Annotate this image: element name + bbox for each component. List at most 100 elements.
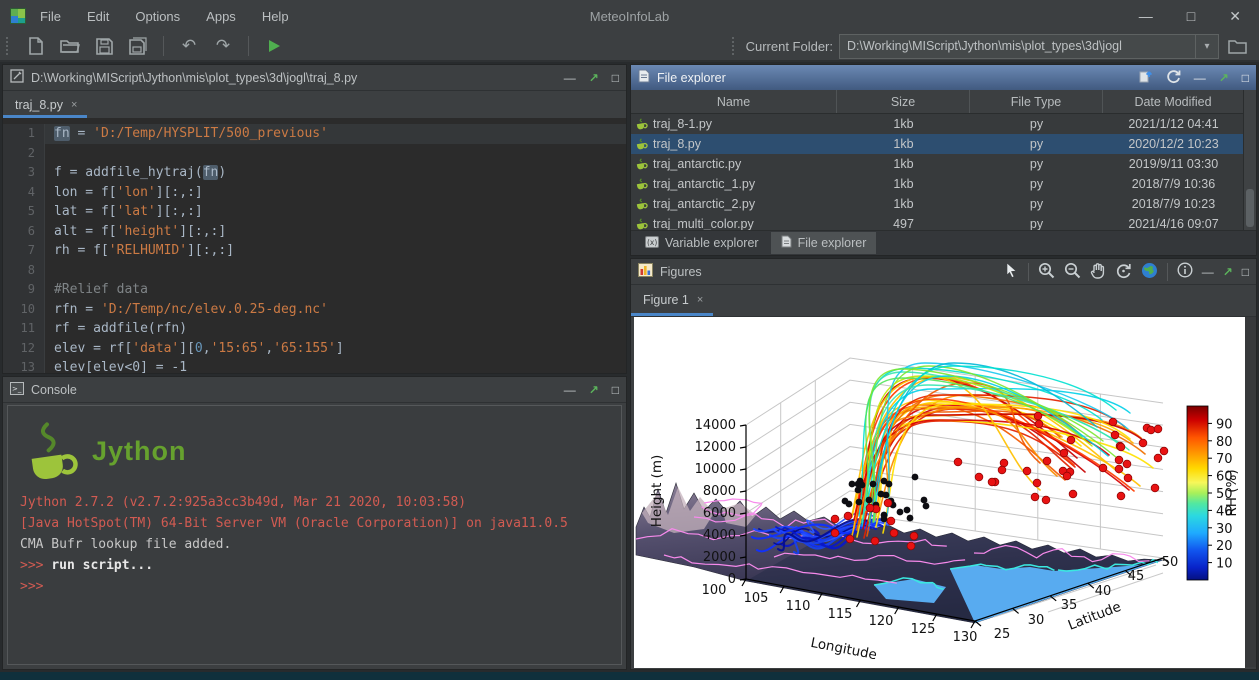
info-icon[interactable] [1177,262,1193,281]
svg-text:130: 130 [953,630,978,645]
code-line-10[interactable]: 10rfn = 'D:/Temp/nc/elev.0.25-deg.nc' [3,300,626,320]
svg-text:2000: 2000 [703,550,736,565]
file-row-traj_antarctic_1.py[interactable]: traj_antarctic_1.py1kbpy2018/7/9 10:36 [631,174,1244,194]
svg-text:35: 35 [1061,598,1078,613]
window-minimize-button[interactable]: — [1139,8,1153,25]
panel-restore-icon[interactable]: ↗ [1223,265,1233,279]
svg-text:(x): (x) [647,238,657,247]
browse-folder-button[interactable] [1225,34,1249,58]
column-header-size[interactable]: Size [837,90,970,113]
code-line-7[interactable]: 7rh = f['RELHUMID'][:,:] [3,241,626,261]
code-line-5[interactable]: 5lat = f['lat'][:,:] [3,202,626,222]
column-header-file-type[interactable]: File Type [970,90,1103,113]
jython-file-icon [635,118,648,131]
menu-help[interactable]: Help [262,9,289,24]
code-editor[interactable]: 1fn = 'D:/Temp/HYSPLIT/500_previous'23f … [3,118,626,373]
cursor-tool-icon[interactable] [1004,262,1019,281]
file-explorer-titlebar[interactable]: File explorer — ↗ □ [631,65,1256,91]
new-file-button[interactable] [24,34,48,58]
redo-button[interactable]: ↷ [211,34,235,58]
file-table-scrollbar[interactable] [1243,90,1256,231]
code-line-13[interactable]: 13elev[elev<0] = -1 [3,358,626,373]
panel-maximize-icon[interactable]: □ [1242,71,1249,85]
tab-close-icon[interactable]: × [697,294,703,306]
window-close-button[interactable]: ✕ [1229,8,1241,25]
figure-3d-plot[interactable]: 0200040006000800010000120001400010010511… [634,317,1245,668]
code-line-3[interactable]: 3f = addfile_hytraj(fn) [3,163,626,183]
file-icon [638,69,650,86]
zoom-out-icon[interactable] [1064,262,1081,282]
pan-hand-icon[interactable] [1090,262,1106,282]
zoom-in-icon[interactable] [1038,262,1055,282]
folder-toolbar-drag-handle[interactable] [732,37,738,55]
tab-figure-1[interactable]: Figure 1 × [631,293,713,316]
svg-text:10000: 10000 [695,462,736,477]
menu-bar: File Edit Options Apps Help [40,9,289,24]
code-line-6[interactable]: 6alt = f['height'][:,:] [3,222,626,242]
current-folder-combobox[interactable]: D:\Working\MIScript\Jython\mis\plot_type… [839,34,1219,59]
column-header-date-modified[interactable]: Date Modified [1103,90,1244,113]
variable-explorer-icon: (x) [645,236,659,251]
rotate-icon[interactable] [1115,262,1132,282]
svg-text:12000: 12000 [695,440,736,455]
toolbar-drag-handle[interactable] [6,37,12,55]
tab-close-icon[interactable]: × [71,99,77,111]
parent-folder-icon[interactable] [1138,69,1153,87]
open-folder-button[interactable] [58,34,82,58]
code-line-1[interactable]: 1fn = 'D:/Temp/HYSPLIT/500_previous' [3,124,626,144]
globe-icon[interactable] [1141,262,1158,282]
window-bottom-edge [0,672,1259,680]
code-line-4[interactable]: 4lon = f['lon'][:,:] [3,183,626,203]
tab-file-explorer[interactable]: File explorer [771,232,877,254]
svg-text:40: 40 [1095,584,1112,599]
console-panel-titlebar[interactable]: >_ Console — ↗ □ [3,377,626,403]
panel-minimize-icon[interactable]: — [564,383,576,397]
undo-button[interactable]: ↶ [177,34,201,58]
editor-panel-titlebar[interactable]: D:\Working\MIScript\Jython\mis\plot_type… [3,65,626,91]
svg-text:90: 90 [1216,417,1233,432]
current-folder-value[interactable]: D:\Working\MIScript\Jython\mis\plot_type… [840,39,1195,53]
panel-restore-icon[interactable]: ↗ [589,71,599,85]
menu-options[interactable]: Options [135,9,180,24]
panel-restore-icon[interactable]: ↗ [1219,71,1229,85]
refresh-icon[interactable] [1166,69,1181,87]
editor-tab-bar: traj_8.py × [3,91,626,119]
tab-variable-explorer[interactable]: (x)Variable explorer [635,232,769,254]
menu-apps[interactable]: Apps [206,9,236,24]
window-maximize-button[interactable]: □ [1187,8,1195,25]
tab-traj-8-py[interactable]: traj_8.py × [3,98,87,118]
panel-minimize-icon[interactable]: — [564,71,576,85]
panel-maximize-icon[interactable]: □ [1242,265,1249,279]
save-all-button[interactable] [126,34,150,58]
file-row-traj_antarctic.py[interactable]: traj_antarctic.py1kbpy2019/9/11 03:30 [631,154,1244,174]
console-line: >>> [20,576,621,597]
file-row-traj_8.py[interactable]: traj_8.py1kbpy2020/12/2 10:23 [631,134,1244,154]
file-explorer-icon [781,235,792,251]
code-line-2[interactable]: 2 [3,144,626,164]
column-header-name[interactable]: Name [631,90,837,113]
panel-minimize-icon[interactable]: — [1194,71,1206,85]
editor-panel: D:\Working\MIScript\Jython\mis\plot_type… [2,64,627,374]
figures-panel-titlebar[interactable]: Figures — ↗ □ [631,259,1256,285]
console-output[interactable]: Jython Jython 2.7.2 (v2.7.2:925a3cc3b49d… [7,405,622,665]
menu-file[interactable]: File [40,9,61,24]
svg-text:0: 0 [728,572,736,587]
save-button[interactable] [92,34,116,58]
panel-minimize-icon[interactable]: — [1202,265,1214,279]
svg-text:30: 30 [1216,522,1233,537]
code-line-9[interactable]: 9#Relief data [3,280,626,300]
jython-logo: Jython [22,420,621,482]
code-line-11[interactable]: 11rf = addfile(rfn) [3,319,626,339]
code-line-12[interactable]: 12elev = rf['data'][0,'15:65','65:155'] [3,339,626,359]
chevron-down-icon[interactable]: ▾ [1195,35,1218,58]
code-line-8[interactable]: 8 [3,261,626,281]
colorbar-label: RH (%) [1224,469,1240,516]
file-row-traj_8-1.py[interactable]: traj_8-1.py1kbpy2021/1/12 04:41 [631,114,1244,134]
panel-restore-icon[interactable]: ↗ [589,383,599,397]
run-script-button[interactable] [262,34,286,58]
file-row-traj_antarctic_2.py[interactable]: traj_antarctic_2.py1kbpy2018/7/9 10:23 [631,194,1244,214]
svg-text:50: 50 [1162,555,1179,570]
menu-edit[interactable]: Edit [87,9,109,24]
panel-maximize-icon[interactable]: □ [612,71,619,85]
panel-maximize-icon[interactable]: □ [612,383,619,397]
